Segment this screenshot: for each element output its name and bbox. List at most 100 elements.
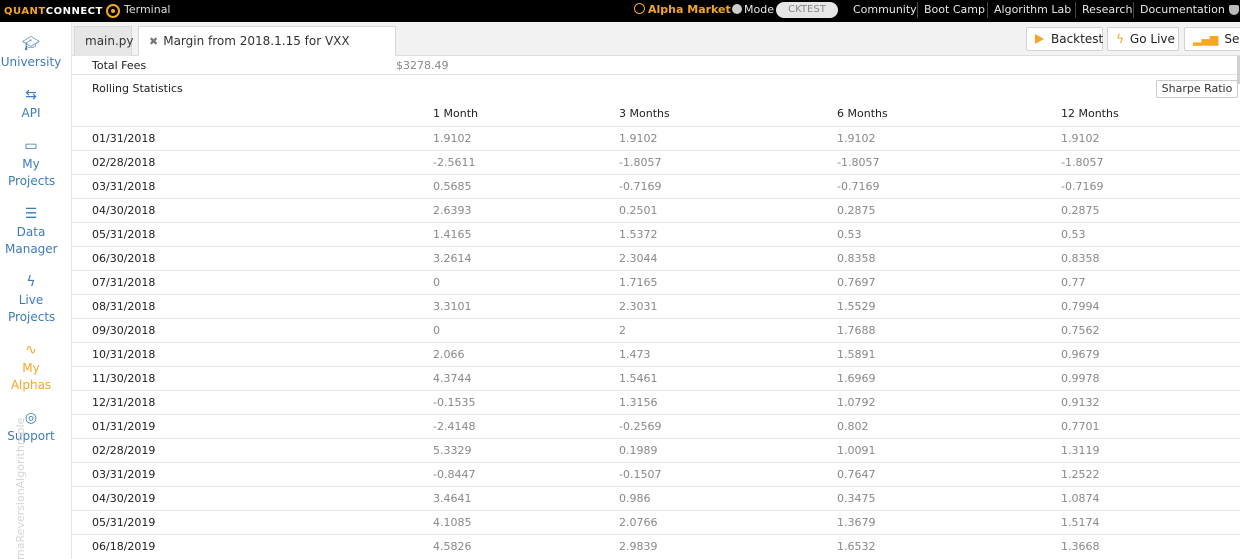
table-row: 09/30/2018 0 2 1.7688 0.7562 (72, 317, 1240, 342)
cell-3-months: 1.473 (619, 341, 837, 366)
sidebar-item-label: My Alphas (10, 361, 52, 392)
cell-3-months: 1.5372 (619, 221, 837, 246)
alpha-market-link[interactable]: Alpha Market (634, 3, 731, 16)
cell-6-months: 0.7697 (837, 269, 1061, 294)
table-row: 08/31/2018 3.3101 2.3031 1.5529 0.7994 (72, 293, 1240, 318)
sidebar-item-label: University (0, 55, 62, 69)
cell-1-month: 1.9102 (433, 125, 619, 150)
cell-1-month: 4.3744 (433, 365, 619, 390)
tab-backtest-result[interactable]: ✖ Margin from 2018.1.15 for VXX (138, 26, 396, 56)
close-icon[interactable]: ✖ (149, 35, 158, 48)
cell-6-months: 1.5529 (837, 293, 1061, 318)
user-icon[interactable] (1229, 5, 1239, 15)
cell-date: 04/30/2019 (72, 485, 433, 510)
cell-6-months: 1.0792 (837, 389, 1061, 414)
nav-boot-camp[interactable]: Boot Camp (924, 3, 985, 16)
cell-12-months: 1.3119 (1061, 437, 1240, 462)
cell-12-months: 1.9102 (1061, 125, 1240, 150)
table-row: 07/31/2018 0 1.7165 0.7697 0.77 (72, 269, 1240, 294)
gear-icon (732, 4, 742, 14)
cell-12-months: 1.0874 (1061, 485, 1240, 510)
sidebar-item-my-projects[interactable]: ▭ My Projects (0, 138, 62, 190)
project-name-vertical-tab[interactable]: maReversionAlgorithmple (14, 418, 27, 559)
table-row: 01/31/2019 -2.4148 -0.2569 0.802 0.7701 (72, 413, 1240, 438)
sidebar-item-label: My Projects (8, 157, 56, 188)
cell-date: 03/31/2019 (72, 461, 433, 486)
table-row: 06/18/2019 4.5826 2.9839 1.6532 1.3668 (72, 533, 1240, 558)
sidebar-item-label: Data Manager (5, 225, 58, 256)
nav-community[interactable]: Community (853, 3, 917, 16)
column-header-6-months: 6 Months (837, 107, 888, 121)
sidebar-item-support[interactable]: ◎ Support (0, 410, 62, 445)
alpha-wave-icon: ∿ (25, 342, 37, 358)
table-body: 01/31/2018 1.9102 1.9102 1.9102 1.9102 02/28/… (72, 125, 1240, 558)
cell-12-months: 0.9978 (1061, 365, 1240, 390)
cell-1-month: -0.8447 (433, 461, 619, 486)
mode-toggle[interactable]: CKTEST (776, 2, 838, 18)
table-row: 05/31/2019 4.1085 2.0766 1.3679 1.5174 (72, 509, 1240, 534)
cell-3-months: 1.7165 (619, 269, 837, 294)
cell-1-month: 2.066 (433, 341, 619, 366)
sidebar-item-university[interactable]: 🎓︎ University (0, 36, 62, 71)
cell-date: 05/31/2019 (72, 509, 433, 534)
cell-1-month: 4.5826 (433, 533, 619, 558)
cell-date: 02/28/2018 (72, 149, 433, 174)
cell-1-month: -2.5611 (433, 149, 619, 174)
cell-6-months: 0.802 (837, 413, 1061, 438)
table-row: 03/31/2018 0.5685 -0.7169 -0.7169 -0.7169 (72, 173, 1240, 198)
cell-date: 05/31/2018 (72, 221, 433, 246)
sidebar-item-my-alphas[interactable]: ∿ My Alphas (0, 342, 62, 394)
usb-icon: ⇆ (25, 87, 37, 103)
backtest-label: Backtest (1051, 32, 1104, 46)
cell-6-months: 1.3679 (837, 509, 1061, 534)
cell-3-months: -0.2569 (619, 413, 837, 438)
lightning-icon: ϟ (1116, 32, 1124, 46)
terminal-link[interactable]: Terminal (124, 3, 171, 16)
cell-12-months: 1.2522 (1061, 461, 1240, 486)
cell-1-month: 0 (433, 269, 619, 294)
logo-text-connect: CONNECT (45, 5, 103, 17)
table-row: 10/31/2018 2.066 1.473 1.5891 0.9679 (72, 341, 1240, 366)
app-window: QUANT CONNECT Terminal Alpha Market Mode … (0, 0, 1240, 559)
backtest-button[interactable]: Backtest (1026, 27, 1103, 51)
cell-date: 10/31/2018 (72, 341, 433, 366)
cell-date: 02/28/2019 (72, 437, 433, 462)
see-results-button[interactable]: ▂▄▆ See R (1184, 27, 1240, 51)
tab-main-py[interactable]: main.py (74, 26, 134, 56)
rolling-statistics-title: Rolling Statistics (92, 82, 183, 95)
cell-3-months: -0.1507 (619, 461, 837, 486)
column-header-1-month: 1 Month (433, 107, 478, 121)
mode-label: Mode (732, 3, 774, 16)
go-live-label: Go Live (1129, 32, 1175, 46)
cell-1-month: 1.4165 (433, 221, 619, 246)
sharpe-ratio-select[interactable]: Sharpe Ratio (1156, 80, 1238, 98)
cell-6-months: 0.2875 (837, 197, 1061, 222)
quantconnect-logo[interactable]: QUANT CONNECT (4, 0, 120, 22)
table-row: 03/31/2019 -0.8447 -0.1507 0.7647 1.2522 (72, 461, 1240, 486)
cell-12-months: 0.9679 (1061, 341, 1240, 366)
cell-1-month: 0 (433, 317, 619, 342)
nav-algorithm-lab[interactable]: Algorithm Lab (994, 3, 1071, 16)
cell-1-month: 5.3329 (433, 437, 619, 462)
cell-3-months: -0.7169 (619, 173, 837, 198)
cell-3-months: 0.2501 (619, 197, 837, 222)
nav-research[interactable]: Research (1082, 3, 1132, 16)
sidebar-item-label: API (21, 106, 41, 120)
cell-12-months: 0.8358 (1061, 245, 1240, 270)
cell-12-months: 1.3668 (1061, 533, 1240, 558)
cell-12-months: 1.5174 (1061, 509, 1240, 534)
cell-12-months: 0.7994 (1061, 293, 1240, 318)
cell-12-months: -1.8057 (1061, 149, 1240, 174)
cell-date: 06/18/2019 (72, 533, 433, 558)
cell-6-months: -0.7169 (837, 173, 1061, 198)
sidebar-item-data-manager[interactable]: ☰ Data Manager (0, 206, 62, 258)
sidebar-item-live-projects[interactable]: ϟ Live Projects (0, 274, 62, 326)
nav-divider (987, 2, 988, 18)
sidebar-item-api[interactable]: ⇆ API (0, 87, 62, 122)
cell-12-months: 0.7701 (1061, 413, 1240, 438)
cell-6-months: 0.8358 (837, 245, 1061, 270)
nav-documentation[interactable]: Documentation (1140, 3, 1225, 16)
table-row: 02/28/2018 -2.5611 -1.8057 -1.8057 -1.8057 (72, 149, 1240, 174)
table-row: 12/31/2018 -0.1535 1.3156 1.0792 0.9132 (72, 389, 1240, 414)
go-live-button[interactable]: ϟ Go Live (1107, 27, 1179, 51)
